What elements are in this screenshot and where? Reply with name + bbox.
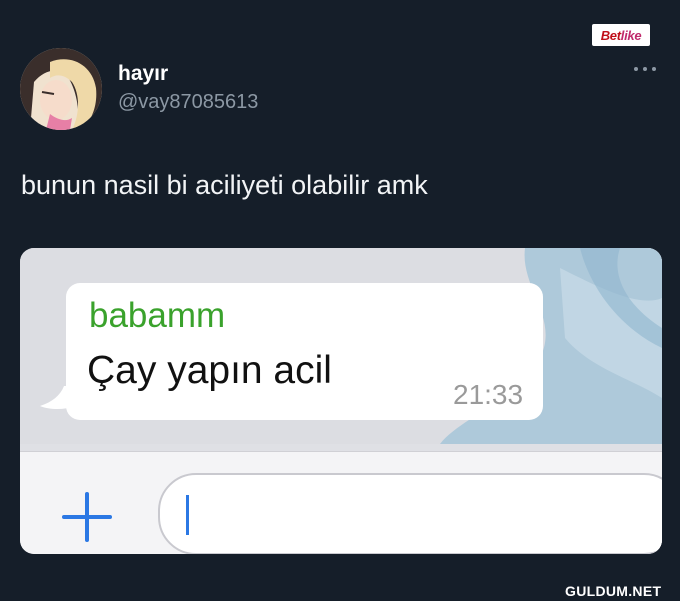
- message-sender: babamm: [89, 296, 226, 335]
- brand-logo: Betlike: [600, 27, 642, 43]
- avatar[interactable]: [20, 48, 102, 130]
- message-time: 21:33: [453, 379, 524, 410]
- text-caret: [186, 495, 189, 535]
- brand-logo-badge: Betlike: [592, 24, 650, 46]
- tweet-text: bunun nasil bi aciliyeti olabilir amk: [21, 170, 428, 200]
- tweet-media-screenshot[interactable]: babamm Çay yapın acil 21:33: [20, 248, 662, 554]
- chat-input-bar: [20, 451, 662, 554]
- message-text: Çay yapın acil: [87, 349, 332, 392]
- site-watermark: GULDUM.NET: [565, 583, 662, 599]
- more-dots-icon[interactable]: [631, 60, 659, 78]
- message-bubble: babamm Çay yapın acil 21:33: [66, 283, 543, 420]
- message-input[interactable]: [158, 473, 662, 554]
- plus-icon[interactable]: [58, 488, 116, 546]
- display-name[interactable]: hayır: [118, 62, 168, 86]
- user-handle[interactable]: @vay87085613: [118, 91, 258, 114]
